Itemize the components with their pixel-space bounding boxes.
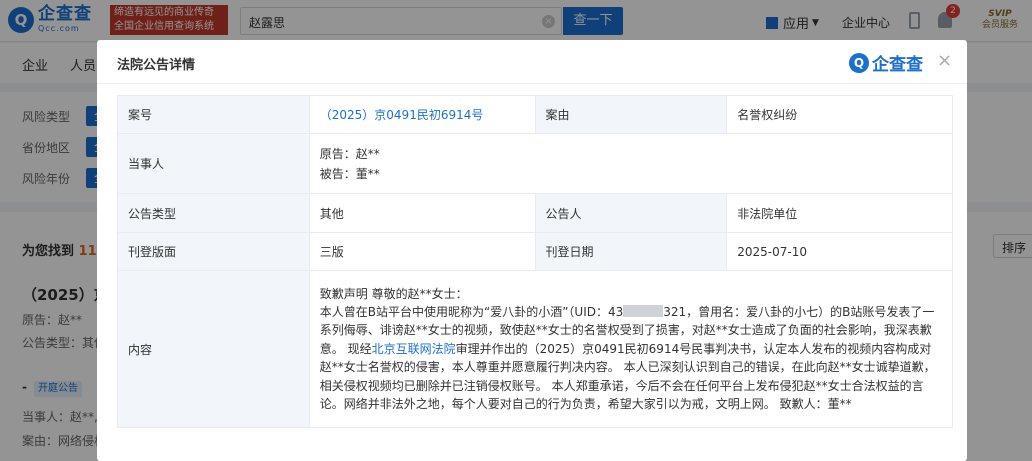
case-no-link[interactable]: （2025）京0491民初6914号: [320, 108, 484, 122]
notice-detail-table: 案号 （2025）京0491民初6914号 案由 名誉权纠纷 当事人 原告：赵*…: [117, 95, 954, 428]
announcer-value: 非法院单位: [726, 193, 953, 233]
case-no-value: （2025）京0491民初6914号: [308, 95, 536, 134]
qcc-logo-icon: Q: [849, 52, 869, 73]
table-row: 案号 （2025）京0491民初6914号 案由 名誉权纠纷: [117, 95, 953, 134]
table-row: 刊登版面 三版 刊登日期 2025-07-10: [117, 232, 953, 271]
apology-body: 本人曾在B站平台中使用昵称为“爱八卦的小酒”（UID：43 321，曾用名：爱八卦…: [320, 303, 942, 413]
court-link[interactable]: 北京互联网法院: [372, 342, 456, 356]
defendant-text: 被告：董**: [319, 166, 380, 181]
plaintiff-text: 原告：赵**: [319, 146, 380, 161]
page-label: 刊登版面: [117, 232, 310, 271]
announcer-label: 公告人: [534, 193, 728, 233]
apology-text: 致歉声明 尊敬的赵**女士： 本人曾在B站平台中使用昵称为“爱八卦的小酒”（UI…: [320, 279, 942, 420]
cause-value: 名誉权纠纷: [726, 95, 953, 134]
date-label: 刊登日期: [534, 232, 728, 271]
party-label: 当事人: [117, 133, 310, 194]
party-value: 原告：赵** 被告：董**: [308, 133, 954, 194]
table-row: 公告类型 其他 公告人 非法院单位: [117, 193, 953, 233]
content-value: 致歉声明 尊敬的赵**女士： 本人曾在B站平台中使用昵称为“爱八卦的小酒”（UI…: [308, 270, 954, 428]
content-label: 内容: [117, 270, 310, 428]
court-notice-modal: 法院公告详情 Q 企查查 × 案号 （2025）京0491民初6914号 案由 …: [97, 40, 967, 461]
table-row: 当事人 原告：赵** 被告：董**: [117, 133, 954, 194]
notice-type-value: 其他: [308, 193, 536, 233]
modal-logo: Q 企查查: [849, 50, 923, 75]
date-value: 2025-07-10: [726, 232, 953, 271]
modal-logo-text: 企查查: [872, 55, 923, 75]
modal-title: 法院公告详情: [117, 58, 196, 73]
modal-header: 法院公告详情 Q 企查查 ×: [97, 40, 967, 84]
apology-body-part-1: 本人曾在B站平台中使用昵称为“爱八卦的小酒”（UID：43: [319, 304, 624, 319]
redaction-mask: [623, 304, 664, 317]
page-value: 三版: [308, 232, 536, 271]
apology-heading: 致歉声明 尊敬的赵**女士：: [319, 286, 468, 301]
cause-label: 案由: [534, 95, 728, 134]
notice-type-label: 公告类型: [117, 193, 310, 233]
close-icon[interactable]: ×: [937, 52, 952, 70]
case-no-label: 案号: [117, 95, 310, 134]
table-row: 内容 致歉声明 尊敬的赵**女士： 本人曾在B站平台中使用昵称为“爱八卦的小酒”…: [117, 270, 954, 428]
